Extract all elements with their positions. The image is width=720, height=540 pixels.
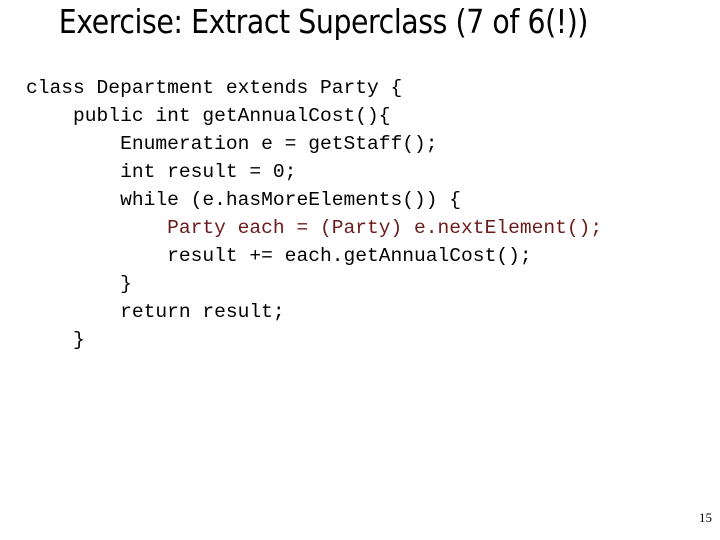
code-line-highlighted: Party each = (Party) e.nextElement();	[26, 217, 603, 239]
code-line: public int getAnnualCost(){	[26, 105, 391, 127]
code-line: while (e.hasMoreElements()) {	[26, 189, 462, 211]
code-line: result += each.getAnnualCost();	[26, 245, 532, 267]
code-line: }	[26, 329, 85, 351]
code-block: class Department extends Party { public …	[26, 74, 602, 354]
code-line: }	[26, 273, 132, 295]
code-line: Enumeration e = getStaff();	[26, 133, 438, 155]
code-line: return result;	[26, 301, 285, 323]
code-line: class Department extends Party {	[26, 77, 403, 99]
code-line: int result = 0;	[26, 161, 297, 183]
slide-title: Exercise: Extract Superclass (7 of 6(!))	[58, 2, 589, 41]
page-number: 15	[699, 510, 712, 525]
